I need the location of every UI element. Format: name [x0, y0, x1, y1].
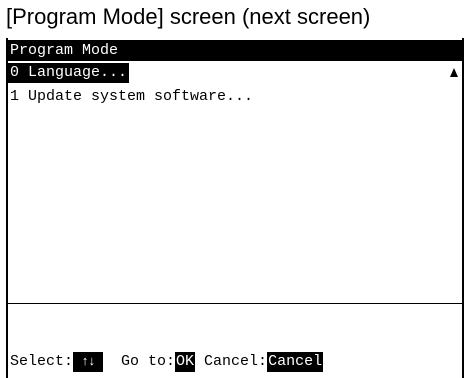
- cancel-key[interactable]: Cancel: [267, 352, 324, 372]
- scroll-up-icon: [450, 68, 458, 77]
- screen-title: Program Mode: [8, 40, 462, 61]
- key-hint-bar: Select: ↑↓ Go to: OK Cancel: Cancel: [10, 352, 324, 372]
- footer-divider: [8, 303, 462, 304]
- select-label: Select:: [10, 353, 74, 370]
- goto-label: Go to:: [121, 353, 176, 370]
- cancel-label: Cancel:: [204, 353, 268, 370]
- ok-key[interactable]: OK: [175, 352, 196, 372]
- menu-item-language[interactable]: 0 Language...: [8, 63, 130, 83]
- device-screen: Program Mode 0 Language... 1 Update syst…: [6, 38, 464, 378]
- menu-item-update-system-software[interactable]: 1 Update system software...: [8, 87, 253, 107]
- screen-caption: [Program Mode] screen (next screen): [6, 4, 371, 29]
- select-arrows-key[interactable]: ↑↓: [73, 352, 104, 372]
